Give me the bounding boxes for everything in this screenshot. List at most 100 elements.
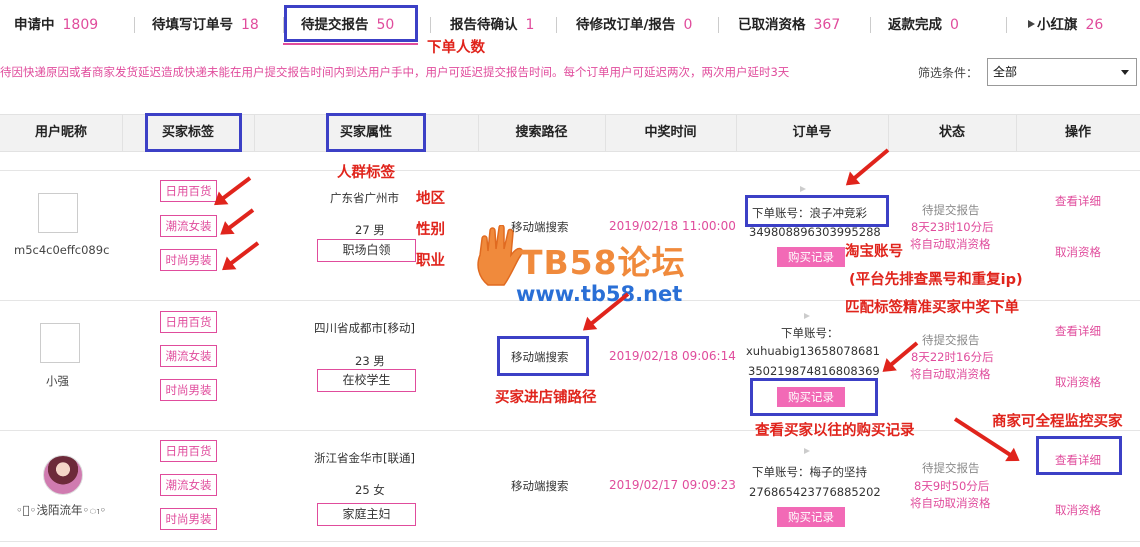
tab-fill-order[interactable]: 待填写订单号 18 xyxy=(152,12,259,38)
col-status: 状态 xyxy=(938,125,965,140)
nickname-decoration: ◦ၢ◦ xyxy=(16,503,37,517)
annotation-monitor: 商家可全程监控买家 xyxy=(992,414,1123,430)
tab-divider xyxy=(556,17,557,33)
annotation-arrow xyxy=(215,176,252,205)
col-actions: 操作 xyxy=(1064,125,1091,140)
buyer-tag: 日用百货 xyxy=(160,440,217,462)
user-nickname: m5c4c0effc089c xyxy=(14,243,110,257)
tab-red-flag[interactable]: 小红旗 26 xyxy=(1028,12,1103,38)
annotation-arrow xyxy=(221,208,255,235)
buyer-age-gender: 25 女 xyxy=(355,483,385,497)
status-text: 待提交报告 xyxy=(922,203,980,217)
col-search-path: 搜索路径 xyxy=(515,125,568,140)
buyer-tag: 潮流女装 xyxy=(160,345,217,367)
status-text: 待提交报告 xyxy=(922,461,980,475)
col-order-no: 订单号 xyxy=(792,125,832,140)
buyer-job: 职场白领 xyxy=(317,239,416,262)
tab-divider xyxy=(870,17,871,33)
tab-label: 报告待确认 xyxy=(450,17,518,33)
filter-label: 筛选条件： xyxy=(918,66,979,80)
cancel-qualification-link[interactable]: 取消资格 xyxy=(1055,502,1101,518)
tab-label: 申请中 xyxy=(14,17,55,33)
buyer-age-gender: 23 男 xyxy=(355,354,385,368)
annotation-job: 职业 xyxy=(416,253,445,269)
view-detail-link[interactable]: 查看详细 xyxy=(1055,323,1101,339)
buyer-job: 家庭主妇 xyxy=(317,503,416,526)
buyer-region: 广东省广州市 xyxy=(330,191,399,205)
tab-cancelled[interactable]: 已取消资格 367 xyxy=(738,12,840,38)
order-number: 349808896303995288 xyxy=(749,225,881,239)
buyer-tag: 时尚男装 xyxy=(160,249,217,271)
win-time: 2019/02/18 09:06:14 xyxy=(609,349,736,363)
nickname-decoration: ◦ၢ◦ xyxy=(82,503,107,517)
tab-label: 待修改订单/报告 xyxy=(576,17,676,33)
buyer-job: 在校学生 xyxy=(317,369,416,392)
user-nickname-wrap: ◦ၢ◦浅陌流年◦ၢ◦ xyxy=(16,502,106,520)
watermark-title: TB58论坛 xyxy=(520,243,686,282)
flag-icon xyxy=(800,186,806,192)
annotation-arrow xyxy=(846,148,890,185)
view-detail-link[interactable]: 查看详细 xyxy=(1055,193,1101,209)
row-divider xyxy=(0,170,1140,171)
countdown-text: 8天23时10分后 xyxy=(911,220,994,234)
cancel-qualification-link[interactable]: 取消资格 xyxy=(1055,374,1101,390)
tab-applying[interactable]: 申请中 1809 xyxy=(14,12,98,38)
flag-icon xyxy=(804,448,810,454)
annotation-crowd-tag: 人群标签 xyxy=(337,165,395,181)
avatar xyxy=(43,455,83,495)
buyer-tag: 潮流女装 xyxy=(160,474,217,496)
tab-count: 1 xyxy=(525,17,535,33)
buyer-tag: 时尚男装 xyxy=(160,508,217,530)
tab-refund-done[interactable]: 返款完成 0 xyxy=(888,12,959,38)
search-path: 移动端搜索 xyxy=(511,479,569,493)
active-tab-underline xyxy=(283,43,418,45)
annotation-taobao-account: 淘宝账号 xyxy=(845,244,903,260)
order-account-label: 下单账号： xyxy=(781,326,839,340)
cancel-qualification-link[interactable]: 取消资格 xyxy=(1055,244,1101,260)
annotation-arrow xyxy=(223,241,260,270)
annotation-region: 地区 xyxy=(416,191,445,207)
status-tabs: 申请中 1809 待填写订单号 18 待提交报告 50 报告待确认 1 待修改订单/报告… xyxy=(0,0,1140,50)
buyer-region: 四川省成都市[移动] xyxy=(314,321,415,335)
tab-count: 18 xyxy=(241,17,259,33)
row-divider xyxy=(0,541,1140,542)
buyer-tag: 时尚男装 xyxy=(160,379,217,401)
highlight-box xyxy=(745,195,889,227)
win-time: 2019/02/17 09:09:23 xyxy=(609,478,736,492)
order-account: xuhuabig13658078681 xyxy=(746,344,880,358)
tab-count: 0 xyxy=(683,17,693,33)
status-text: 待提交报告 xyxy=(922,333,980,347)
countdown-text: 8天22时16分后 xyxy=(911,350,994,364)
col-win-time: 中奖时间 xyxy=(644,125,697,140)
hand-logo-icon xyxy=(477,225,523,286)
annotation-match-tags: 匹配标签精准买家中奖下单 xyxy=(845,300,1019,316)
highlight-box xyxy=(145,113,242,152)
tab-label: 返款完成 xyxy=(888,17,942,33)
annotation-order-count: 下单人数 xyxy=(427,40,485,56)
delay-notice: 待因快递原因或者商家发货延迟造成快递未能在用户提交报告时间内到达用户手中，用户可… xyxy=(0,65,790,79)
tab-report-confirm[interactable]: 报告待确认 1 xyxy=(450,12,534,38)
flag-icon xyxy=(1028,20,1035,28)
buyer-tag: 日用百货 xyxy=(160,311,217,333)
tab-count: 26 xyxy=(1085,17,1104,33)
order-account: 下单账号：梅子的坚持 xyxy=(752,465,867,479)
purchase-history-button[interactable]: 购买记录 xyxy=(777,247,845,267)
tab-divider xyxy=(430,17,431,33)
highlight-box xyxy=(326,113,426,152)
watermark-url: www.tb58.net xyxy=(516,282,683,306)
tab-modify-order[interactable]: 待修改订单/报告 0 xyxy=(576,12,692,38)
tab-divider xyxy=(134,17,135,33)
purchase-history-button[interactable]: 购买记录 xyxy=(777,507,845,527)
annotation-platform-check: (平台先排查黑号和重复ip) xyxy=(849,272,1023,288)
user-nickname: 小强 xyxy=(46,374,69,388)
tab-divider xyxy=(718,17,719,33)
tab-count: 0 xyxy=(950,17,959,33)
tab-label: 小红旗 xyxy=(1037,17,1078,33)
filter-select[interactable]: 全部 xyxy=(987,58,1137,86)
tab-label: 已取消资格 xyxy=(738,17,806,33)
tab-label: 待填写订单号 xyxy=(152,17,233,33)
auto-cancel-text: 将自动取消资格 xyxy=(910,237,991,251)
tab-divider xyxy=(1006,17,1007,33)
buyer-region: 浙江省金华市[联通] xyxy=(314,451,415,465)
avatar xyxy=(38,193,78,233)
